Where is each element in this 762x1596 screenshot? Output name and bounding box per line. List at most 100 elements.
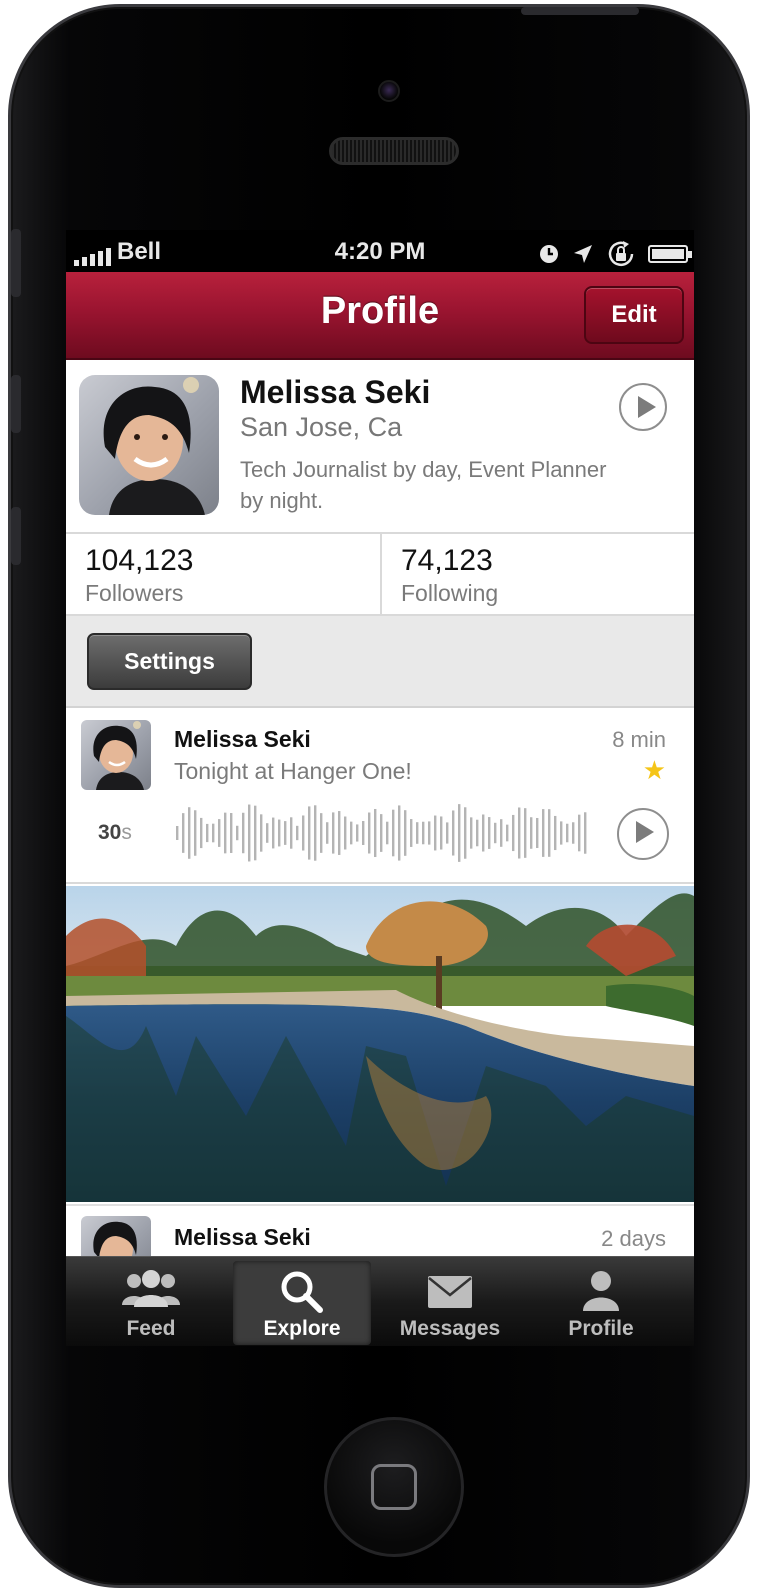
battery-icon <box>648 245 692 263</box>
envelope-icon <box>428 1276 472 1308</box>
post-avatar[interactable] <box>81 1216 151 1256</box>
waveform-bar <box>494 822 497 844</box>
waveform-bar <box>290 817 293 849</box>
post-author: Melissa Seki <box>174 1224 311 1250</box>
tab-explore[interactable]: Explore <box>233 1261 371 1345</box>
waveform-bar <box>350 821 353 845</box>
person-icon <box>583 1271 619 1311</box>
waveform-bar <box>260 814 263 852</box>
waveform-bar <box>356 824 359 842</box>
waveform-bar <box>536 817 539 849</box>
post-avatar[interactable] <box>81 720 151 790</box>
earpiece-speaker <box>329 137 459 165</box>
waveform-bar <box>560 821 563 845</box>
audio-waveform[interactable] <box>174 800 588 866</box>
tab-label-feed: Feed <box>126 1317 176 1340</box>
waveform-bar <box>266 823 269 843</box>
waveform-bar <box>296 825 299 841</box>
waveform-bar <box>344 816 347 850</box>
post-time: 2 days <box>601 1226 666 1251</box>
waveform-bar <box>458 804 461 862</box>
duration-unit: s <box>121 821 132 844</box>
feed-post[interactable]: Melissa Seki 2 days <box>66 1204 694 1256</box>
waveform-bar <box>236 825 239 841</box>
star-icon[interactable]: ★ <box>643 756 666 784</box>
waveform-bar <box>218 819 221 847</box>
tab-feed[interactable]: Feed <box>82 1261 220 1345</box>
profile-header: Melissa Seki San Jose, Ca Tech Journalis… <box>66 360 694 532</box>
profile-avatar[interactable] <box>79 375 219 515</box>
waveform-bar <box>404 810 407 856</box>
waveform-bar <box>416 822 419 844</box>
followers-count: 104,123 <box>85 544 194 577</box>
tab-profile[interactable]: Profile <box>532 1261 670 1345</box>
rotation-lock-icon <box>608 241 634 267</box>
tab-label-explore: Explore <box>263 1317 341 1340</box>
waveform-bar <box>452 810 455 856</box>
waveform-bar <box>542 809 545 857</box>
waveform-bar <box>422 821 425 845</box>
waveform-bar <box>500 819 503 847</box>
waveform-bar <box>476 819 479 847</box>
settings-strip: Settings <box>66 616 694 708</box>
location-arrow-icon <box>574 245 592 263</box>
volume-up-button <box>11 375 21 433</box>
post-author: Melissa Seki <box>174 726 311 752</box>
waveform-bar <box>212 823 215 843</box>
status-bar: Bell 4:20 PM <box>66 230 694 272</box>
waveform-bar <box>524 808 527 858</box>
followers-label: Followers <box>85 580 184 606</box>
search-icon <box>281 1271 323 1313</box>
profile-bio: Tech Journalist by day, Event Planner by… <box>240 457 607 513</box>
waveform-bar <box>434 815 437 851</box>
profile-photo <box>103 377 205 515</box>
tab-messages[interactable]: Messages <box>381 1261 519 1345</box>
post-avatar-photo <box>93 721 144 790</box>
navigation-bar: Profile Edit <box>66 272 694 360</box>
alarm-icon <box>540 245 558 263</box>
tab-bar: Feed Explore Messages Profile <box>66 1256 694 1346</box>
waveform-bar <box>410 819 413 847</box>
waveform-bar <box>386 821 389 845</box>
waveform-bar <box>398 805 401 861</box>
feed-post[interactable]: Melissa Seki Tonight at Hanger One! 8 mi… <box>66 708 694 884</box>
sleep-button <box>521 7 639 15</box>
home-square-icon <box>371 1464 417 1510</box>
post-text: Tonight at Hanger One! <box>174 758 412 784</box>
waveform-bar <box>272 817 275 849</box>
waveform-bar <box>206 823 209 843</box>
tab-label-profile: Profile <box>568 1317 634 1340</box>
settings-button[interactable]: Settings <box>87 633 252 690</box>
play-icon[interactable] <box>619 383 667 431</box>
profile-location: San Jose, Ca <box>240 412 403 442</box>
waveform-bar <box>278 819 281 847</box>
waveform-bar <box>194 810 197 856</box>
waveform-bar <box>464 807 467 859</box>
audio-play-icon[interactable] <box>617 808 669 860</box>
waveform-bar <box>302 815 305 851</box>
waveform-bar <box>572 822 575 844</box>
waveform-bar <box>554 815 557 851</box>
app-screen: Bell 4:20 PM Profile Edit Melissa Seki S… <box>66 230 694 1346</box>
post-time: 8 min <box>612 727 666 752</box>
edit-button[interactable]: Edit <box>584 286 684 344</box>
following-stat[interactable]: 74,123 Following <box>380 534 694 614</box>
following-label: Following <box>401 580 499 606</box>
waveform-bar <box>482 814 485 852</box>
waveform-bar <box>530 817 533 849</box>
waveform-bar <box>518 807 521 859</box>
waveform-bar <box>188 807 191 859</box>
mute-switch <box>11 229 21 297</box>
park-pond-photo <box>66 886 694 1202</box>
post-avatar-photo <box>93 1221 137 1256</box>
front-camera <box>378 80 400 102</box>
home-button[interactable] <box>324 1417 464 1557</box>
followers-stat[interactable]: 104,123 Followers <box>66 534 380 614</box>
waveform-bar <box>176 826 179 840</box>
waveform-bar <box>512 814 515 852</box>
waveform-bar <box>578 814 581 852</box>
profile-name: Melissa Seki <box>240 374 431 410</box>
waveform-bar <box>428 821 431 845</box>
post-photo[interactable] <box>66 886 694 1202</box>
waveform-bar <box>362 821 365 845</box>
